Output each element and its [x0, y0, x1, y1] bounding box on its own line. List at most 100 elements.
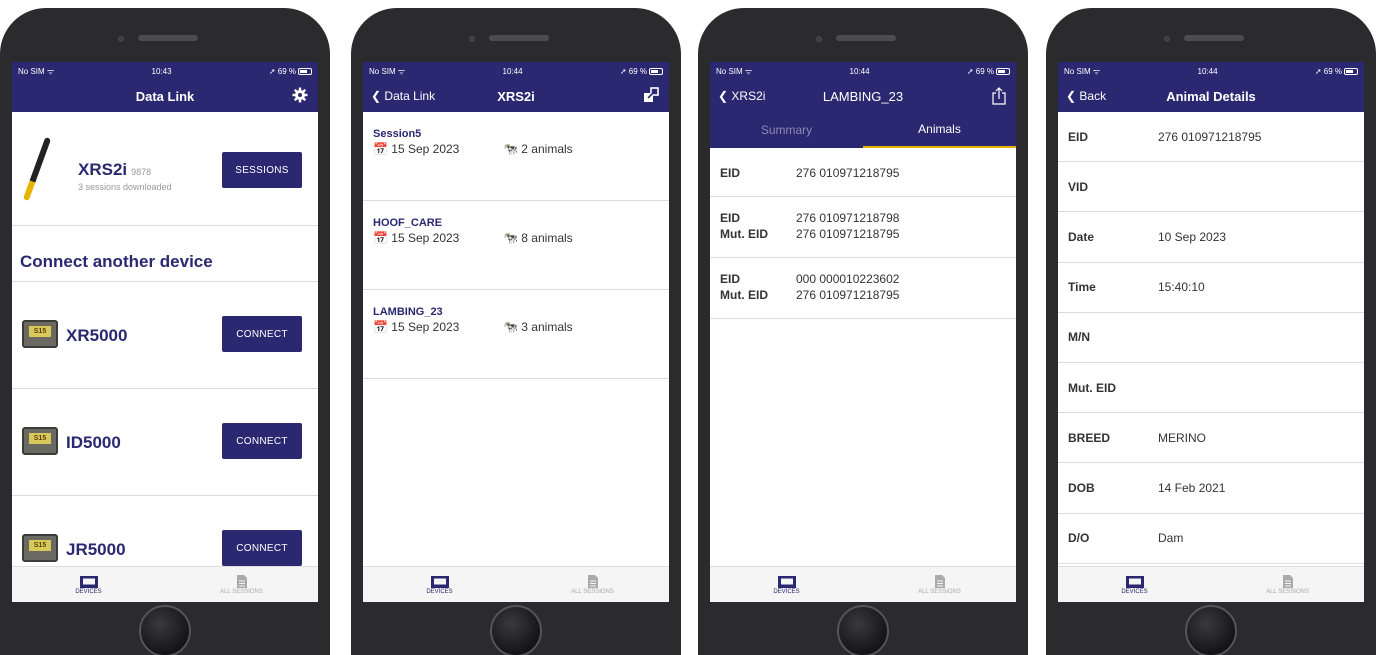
animal-details-screen: No SIM ᯤ 10:44 ➚ 69 % ❮ Back Animal Deta… [1058, 62, 1364, 602]
animal-row[interactable]: EID 276 010971218798 Mut. EID 276 01097121… [710, 197, 1016, 258]
speaker [489, 35, 549, 41]
weigh-indicator-icon: S15 [22, 534, 58, 562]
back-button[interactable]: ❮ Back [1066, 89, 1106, 103]
status-bar: No SIM ᯤ 10:44 ➚ 69 % [710, 62, 1016, 80]
battery-indicator: ➚ 69 % [269, 67, 312, 76]
share-icon[interactable] [992, 87, 1006, 108]
battery-icon [649, 67, 663, 75]
mut-eid-value: 276 010971218795 [796, 227, 900, 241]
device-name: ID5000 [66, 433, 121, 452]
carrier-label: No SIM ᯤ [716, 66, 753, 76]
battery-indicator: ➚ 69 % [967, 67, 1010, 76]
home-button [490, 605, 542, 655]
page-title: LAMBING_23 [822, 88, 904, 104]
session-animals-screen: No SIM ᯤ 10:44 ➚ 69 % ❮ XRS2i LAMBING_23… [710, 62, 1016, 602]
detail-row-vid: VID [1058, 162, 1364, 213]
nav-bar: ❮ Data Link XRS2i [363, 80, 669, 112]
detail-row-breed: BREED MERINO [1058, 413, 1364, 464]
home-button [1185, 605, 1237, 655]
calendar-icon: 📅 [373, 231, 388, 245]
device-status: 3 sessions downloaded [78, 182, 172, 192]
animal-icon: 🐄 [503, 320, 518, 334]
detail-row-time: Time 15:40:10 [1058, 263, 1364, 313]
tab-summary[interactable]: Summary [710, 112, 863, 148]
session-row[interactable]: LAMBING_23 📅 15 Sep 2023 🐄 3 animals [363, 290, 669, 379]
eid-value: 000 000010223602 [796, 272, 900, 286]
back-button[interactable]: ❮ XRS2i [718, 89, 765, 103]
connect-button[interactable]: CONNECT [222, 316, 302, 352]
sessions-button[interactable]: SESSIONS [222, 152, 302, 188]
sessions-screen: No SIM ᯤ 10:44 ➚ 69 % ❮ Data Link XRS2i … [363, 62, 669, 602]
device-serial: 9878 [131, 167, 152, 177]
connect-button[interactable]: CONNECT [222, 423, 302, 459]
section-title: Connect another device [12, 226, 318, 282]
home-button [837, 605, 889, 655]
phone-1: No SIM ᯤ 10:43 ➚ 69 % Data Link XRS2i 987… [0, 8, 330, 655]
devices-icon [430, 575, 449, 588]
device-row-id5000[interactable]: S15 ID5000 CONNECT [12, 389, 318, 496]
status-bar: No SIM ᯤ 10:43 ➚ 69 % [12, 62, 318, 80]
devices-icon [79, 575, 98, 588]
detail-row-do: D/O Dam [1058, 514, 1364, 564]
tab-devices[interactable]: DEVICES [12, 567, 165, 602]
connect-button[interactable]: CONNECT [222, 530, 302, 566]
battery-icon [996, 67, 1010, 75]
tab-devices[interactable]: DEVICES [1058, 567, 1211, 602]
battery-icon [1344, 67, 1358, 75]
tab-all-sessions[interactable]: ALL SESSIONS [516, 567, 669, 602]
page-title: Animal Details [1166, 88, 1256, 104]
detail-row-mut-eid: Mut. EID [1058, 363, 1364, 414]
battery-icon [298, 67, 312, 75]
weigh-indicator-icon: S15 [22, 427, 58, 455]
page-title: XRS2i [497, 88, 535, 104]
chevron-left-icon: ❮ [718, 89, 729, 103]
tab-all-sessions[interactable]: ALL SESSIONS [165, 567, 318, 602]
animal-row[interactable]: EID 000 000010223602 Mut. EID 276 01097121… [710, 258, 1016, 319]
phone-2: No SIM ᯤ 10:44 ➚ 69 % ❮ Data Link XRS2i … [351, 8, 681, 655]
tab-devices[interactable]: DEVICES [710, 567, 863, 602]
connected-device-card[interactable]: XRS2i 9878 3 sessions downloaded SESSIONS [12, 112, 318, 226]
calendar-icon: 📅 [373, 142, 388, 156]
tab-all-sessions[interactable]: ALL SESSIONS [1211, 567, 1364, 602]
export-sessions-icon[interactable] [643, 87, 659, 106]
eid-value: 276 010971218795 [796, 166, 900, 180]
data-link-screen: No SIM ᯤ 10:43 ➚ 69 % Data Link XRS2i 987… [12, 62, 318, 602]
camera [118, 36, 124, 42]
clock: 10:43 [151, 66, 172, 76]
clock: 10:44 [849, 66, 870, 76]
back-button[interactable]: ❮ Data Link [371, 89, 435, 103]
carrier-label: No SIM ᯤ [18, 66, 55, 76]
speaker [138, 35, 198, 41]
document-icon [934, 575, 945, 588]
camera [816, 36, 822, 42]
tab-devices[interactable]: DEVICES [363, 567, 516, 602]
clock: 10:44 [502, 66, 523, 76]
segment-tabs: Summary Animals [710, 112, 1016, 148]
camera [1164, 36, 1170, 42]
tab-bar: DEVICES ALL SESSIONS [710, 566, 1016, 602]
document-icon [1282, 575, 1293, 588]
chevron-left-icon: ❮ [1066, 89, 1077, 103]
speaker [1184, 35, 1244, 41]
chevron-left-icon: ❮ [371, 89, 382, 103]
battery-indicator: ➚ 69 % [620, 67, 663, 76]
home-button [139, 605, 191, 655]
document-icon [587, 575, 598, 588]
stick-reader-icon [22, 136, 52, 202]
animal-row[interactable]: EID 276 010971218795 [710, 148, 1016, 197]
session-row[interactable]: Session5 📅 15 Sep 2023 🐄 2 animals [363, 112, 669, 201]
phone-4: No SIM ᯤ 10:44 ➚ 69 % ❮ Back Animal Deta… [1046, 8, 1376, 655]
animal-icon: 🐄 [503, 142, 518, 156]
session-row[interactable]: HOOF_CARE 📅 15 Sep 2023 🐄 8 animals [363, 201, 669, 290]
tab-animals[interactable]: Animals [863, 112, 1016, 148]
devices-icon [1125, 575, 1144, 588]
status-bar: No SIM ᯤ 10:44 ➚ 69 % [363, 62, 669, 80]
gear-icon[interactable] [292, 87, 308, 106]
speaker [836, 35, 896, 41]
carrier-label: No SIM ᯤ [1064, 66, 1101, 76]
device-name: XR5000 [66, 326, 128, 345]
detail-row-eid: EID 276 010971218795 [1058, 112, 1364, 163]
device-row-xr5000[interactable]: S15 XR5000 CONNECT [12, 282, 318, 389]
tab-all-sessions[interactable]: ALL SESSIONS [863, 567, 1016, 602]
detail-row-mn: M/N [1058, 313, 1364, 363]
